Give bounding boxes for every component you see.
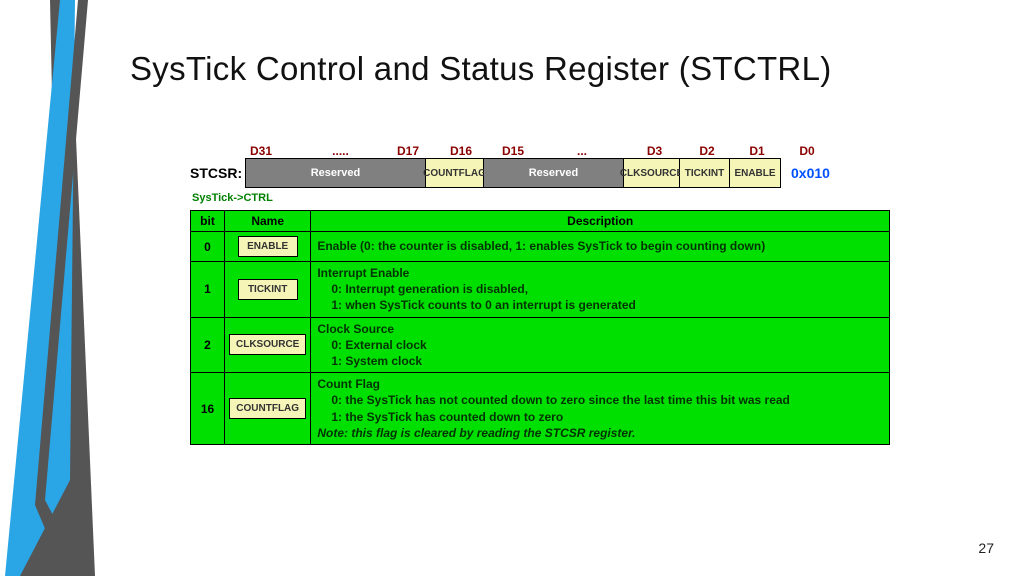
register-row: STCSR: Reserved COUNTFLAG Reserved CLKSO…: [190, 158, 910, 188]
desc-line: Clock Source: [317, 322, 394, 336]
bit-label-d31: D31: [250, 144, 298, 158]
cell-desc: Enable (0: the counter is disabled, 1: e…: [311, 232, 890, 262]
name-pill: COUNTFLAG: [229, 398, 306, 419]
cell-name: TICKINT: [225, 262, 311, 318]
table-row: 0 ENABLE Enable (0: the counter is disab…: [191, 232, 890, 262]
cell-bit: 16: [191, 373, 225, 445]
bit-label-d16: D16: [433, 144, 489, 158]
table-row: 1 TICKINT Interrupt Enable 0: Interrupt …: [191, 262, 890, 318]
bit-label-d17: D17: [383, 144, 433, 158]
reg-box-reserved1: Reserved: [246, 159, 426, 187]
register-address: 0x010: [791, 165, 830, 181]
bit-label-d1: D1: [732, 144, 782, 158]
th-desc: Description: [311, 211, 890, 232]
register-figure: D31 ..... D17 D16 D15 ... D3 D2 D1 D0 ST…: [190, 140, 910, 445]
reg-box-clksource: CLKSOURCE: [624, 159, 680, 187]
cell-name: CLKSOURCE: [225, 317, 311, 373]
cell-desc: Count Flag 0: the SysTick has not counte…: [311, 373, 890, 445]
bit-label-d0: D0: [782, 144, 832, 158]
bit-label-d2: D2: [682, 144, 732, 158]
reg-box-enable: ENABLE: [730, 159, 780, 187]
cell-bit: 2: [191, 317, 225, 373]
cell-bit: 1: [191, 262, 225, 318]
reg-box-countflag: COUNTFLAG: [426, 159, 484, 187]
cell-desc: Interrupt Enable 0: Interrupt generation…: [311, 262, 890, 318]
decorative-stripes: [0, 0, 120, 576]
page-title: SysTick Control and Status Register (STC…: [130, 50, 832, 88]
table-row: 2 CLKSOURCE Clock Source 0: External clo…: [191, 317, 890, 373]
slide: SysTick Control and Status Register (STC…: [0, 0, 1024, 576]
desc-line: Count Flag: [317, 377, 380, 391]
bit-label-dots: .....: [298, 144, 383, 158]
name-pill: TICKINT: [238, 279, 298, 300]
desc-line: 1: the SysTick has counted down to zero: [317, 409, 883, 425]
description-table: bit Name Description 0 ENABLE Enable (0:…: [190, 210, 890, 445]
reg-box-tickint: TICKINT: [680, 159, 730, 187]
cell-bit: 0: [191, 232, 225, 262]
table-row: 16 COUNTFLAG Count Flag 0: the SysTick h…: [191, 373, 890, 445]
name-pill: ENABLE: [238, 236, 298, 257]
bit-label-d3: D3: [627, 144, 682, 158]
page-number: 27: [978, 540, 994, 556]
register-boxes: Reserved COUNTFLAG Reserved CLKSOURCE TI…: [245, 158, 781, 188]
desc-line: 0: the SysTick has not counted down to z…: [317, 392, 883, 408]
name-pill: CLKSOURCE: [229, 334, 306, 355]
desc-line: 0: External clock: [317, 337, 883, 353]
bit-label-dots2: ...: [537, 144, 627, 158]
register-name: STCSR:: [190, 165, 245, 181]
desc-note: Note: this flag is cleared by reading th…: [317, 426, 635, 440]
cell-name: COUNTFLAG: [225, 373, 311, 445]
th-bit: bit: [191, 211, 225, 232]
desc-line: Interrupt Enable: [317, 266, 409, 280]
bit-label-d15: D15: [489, 144, 537, 158]
cell-name: ENABLE: [225, 232, 311, 262]
cell-desc: Clock Source 0: External clock 1: System…: [311, 317, 890, 373]
th-name: Name: [225, 211, 311, 232]
desc-line: 1: when SysTick counts to 0 an interrupt…: [317, 297, 883, 313]
desc-line: 0: Interrupt generation is disabled,: [317, 281, 883, 297]
bit-label-row: D31 ..... D17 D16 D15 ... D3 D2 D1 D0: [250, 140, 910, 158]
reg-box-reserved2: Reserved: [484, 159, 624, 187]
register-subtitle: SysTick->CTRL: [192, 192, 910, 204]
desc-line: 1: System clock: [317, 353, 883, 369]
